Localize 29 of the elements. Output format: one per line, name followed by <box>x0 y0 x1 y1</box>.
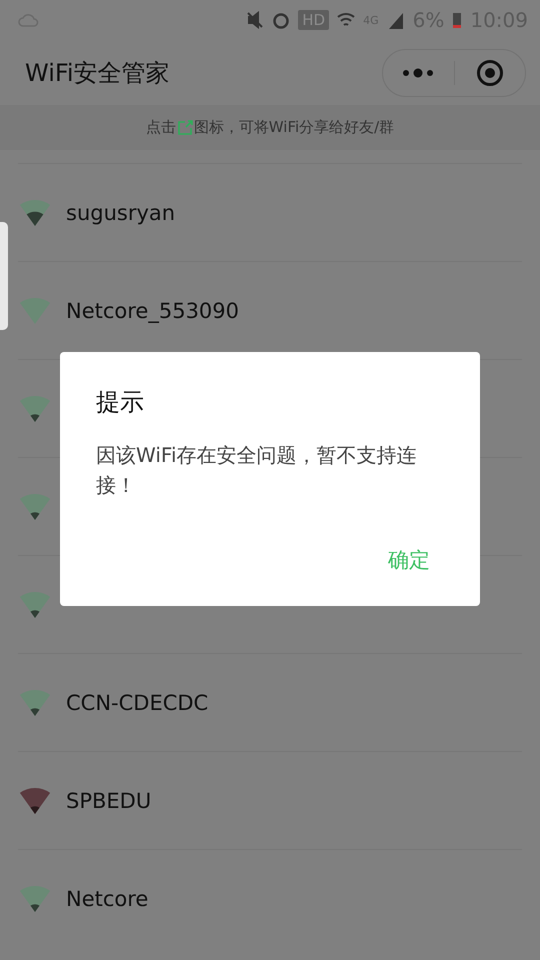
wifi-row[interactable]: CCN-CDECDC <box>18 653 522 751</box>
battery-icon <box>452 11 462 29</box>
wifi-signal-icon <box>18 590 52 620</box>
wifi-signal-icon <box>18 884 52 914</box>
alarm-icon <box>272 11 290 29</box>
wifi-signal-icon <box>18 492 52 522</box>
wifi-row[interactable]: SPBEDU <box>18 751 522 849</box>
dialog-title: 提示 <box>96 387 145 418</box>
wifi-name: Netcore_553090 <box>66 298 240 322</box>
share-icon <box>176 118 194 136</box>
wifi-name: CCN-CDECDC <box>66 690 208 714</box>
mute-icon <box>246 11 264 29</box>
more-dots-icon <box>401 68 436 78</box>
app-title: WiFi安全管家 <box>25 58 170 88</box>
wifi-signal-icon <box>18 688 52 718</box>
side-handle[interactable] <box>0 222 8 330</box>
wifi-signal-icon <box>18 198 52 228</box>
wifi-name: Netcore <box>66 886 148 910</box>
signal-icon <box>386 11 405 29</box>
wifi-row[interactable]: Netcore <box>18 849 522 947</box>
wifi-signal-icon <box>18 394 52 424</box>
hint-text: 图标，可将WiFi分享给好友/群 <box>194 118 394 137</box>
hint-text: 点击 <box>146 118 176 137</box>
dialog-message: 因该WiFi存在安全问题，暂不支持连接！ <box>96 442 418 499</box>
wifi-row[interactable]: sugusryan <box>18 163 522 261</box>
wifi-name: SPBEDU <box>66 788 152 812</box>
target-icon <box>476 58 504 86</box>
wifi-signal-icon <box>18 786 52 816</box>
wifi-name: sugusryan <box>66 200 176 224</box>
